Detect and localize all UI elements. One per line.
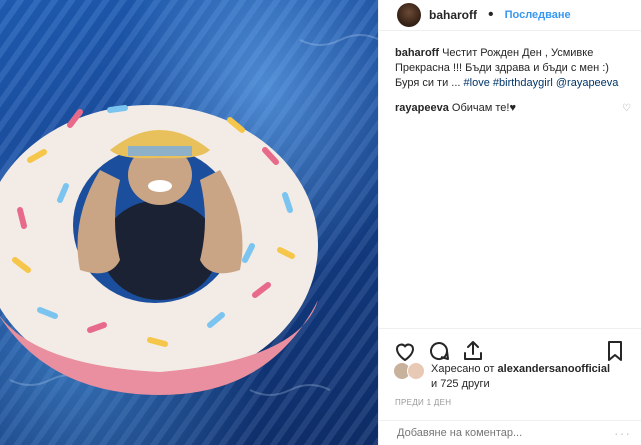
reply-comment: rayapeeva Обичам те!♥ ♡ <box>395 101 631 116</box>
separator-dot: • <box>488 6 494 23</box>
post-side-panel: baharoff • Последване baharoff Честит Ро… <box>378 0 641 445</box>
likes-others[interactable]: и 725 други <box>431 378 490 390</box>
likes-prefix: Харесано от <box>431 363 495 375</box>
caption: baharoff Честит Рожден Ден , Усмивке Пре… <box>395 46 631 91</box>
header-username[interactable]: baharoff <box>429 8 477 22</box>
hashtag-birthdaygirl[interactable]: #birthdaygirl <box>493 77 553 89</box>
more-options-icon[interactable]: ··· <box>614 425 631 441</box>
avatar[interactable] <box>397 3 421 27</box>
hashtag-love[interactable]: #love <box>464 77 490 89</box>
add-comment-bar: ··· <box>379 420 641 445</box>
liker-avatars <box>393 362 425 392</box>
likes-user[interactable]: alexandersanoofficial <box>498 363 611 375</box>
share-icon[interactable] <box>461 339 485 363</box>
reply-text: Обичам те!♥ <box>451 102 516 114</box>
post-photo[interactable] <box>0 0 378 445</box>
post-header: baharoff • Последване <box>379 0 641 31</box>
mention-rayapeeva[interactable]: @rayapeeva <box>556 77 619 89</box>
like-comment-heart-icon[interactable]: ♡ <box>622 101 631 116</box>
post-timestamp[interactable]: ПРЕДИ 1 ДЕН <box>395 398 451 407</box>
likes-summary: Харесано от alexandersanoofficial и 725 … <box>393 362 610 392</box>
caption-username[interactable]: baharoff <box>395 47 439 59</box>
donut-float-image <box>0 34 378 396</box>
comment-input[interactable] <box>395 426 599 440</box>
instagram-post: baharoff • Последване baharoff Честит Ро… <box>0 0 641 445</box>
liker-avatar[interactable] <box>407 362 425 380</box>
comments-area: baharoff Честит Рожден Ден , Усмивке Пре… <box>395 46 631 126</box>
heart-icon[interactable] <box>393 339 417 363</box>
follow-button[interactable]: Последване <box>505 9 571 21</box>
reply-username[interactable]: rayapeeva <box>395 102 449 114</box>
bookmark-icon[interactable] <box>603 339 627 363</box>
comment-icon[interactable] <box>427 339 451 363</box>
